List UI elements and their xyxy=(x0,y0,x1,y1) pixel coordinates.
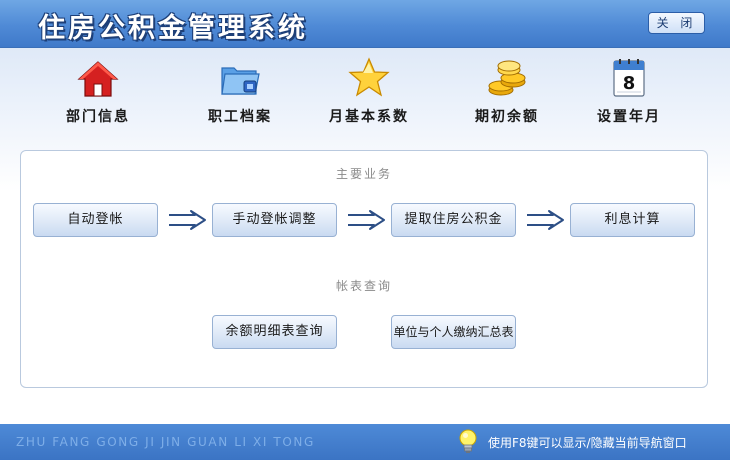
arrow-right-icon xyxy=(527,210,564,230)
calendar-icon: 8 xyxy=(613,59,645,97)
toolbar: 部门信息 职工档案 月基本系数 期初余额 8 设置年月 xyxy=(0,48,730,134)
house-icon xyxy=(77,61,119,97)
close-button[interactable]: 关 闭 xyxy=(648,12,705,34)
title-bar: 住房公积金管理系统 关 闭 xyxy=(0,0,730,48)
arrow-right-icon xyxy=(169,210,206,230)
toolbar-item-label: 月基本系数 xyxy=(329,109,409,125)
section-title-main-business: 主要业务 xyxy=(335,167,392,181)
star-icon xyxy=(348,57,390,97)
calendar-day: 8 xyxy=(623,73,636,94)
toolbar-item-department-info[interactable]: 部门信息 xyxy=(43,54,153,130)
status-bar: ZHU FANG GONG JI JIN GUAN LI XI TONG 使用F… xyxy=(0,424,730,460)
manual-posting-adjust-button[interactable]: 手动登帐调整 xyxy=(212,203,337,237)
toolbar-item-opening-balance[interactable]: 期初余额 xyxy=(452,54,562,130)
arrow-right-icon xyxy=(348,210,385,230)
section-title-account-query: 帐表查询 xyxy=(335,279,392,293)
interest-calc-button[interactable]: 利息计算 xyxy=(570,203,695,237)
coins-icon xyxy=(488,60,526,96)
lightbulb-icon xyxy=(459,429,477,453)
balance-detail-query-button[interactable]: 余额明细表查询 xyxy=(212,315,337,349)
business-panel: 主要业务 自动登帐 手动登帐调整 提取住房公积金 利息计算 帐表查询 余额明细表… xyxy=(20,150,708,388)
toolbar-item-label: 设置年月 xyxy=(597,109,661,125)
folder-icon xyxy=(221,67,260,95)
auto-posting-button[interactable]: 自动登帐 xyxy=(33,203,158,237)
toolbar-item-label: 期初余额 xyxy=(475,109,539,125)
withdraw-fund-button[interactable]: 提取住房公积金 xyxy=(391,203,516,237)
pinyin-title: ZHU FANG GONG JI JIN GUAN LI XI TONG xyxy=(16,435,315,449)
toolbar-item-set-year-month[interactable]: 8 设置年月 xyxy=(574,54,684,130)
app-title: 住房公积金管理系统 xyxy=(38,13,308,44)
f8-hint-text: 使用F8键可以显示/隐藏当前导航窗口 xyxy=(488,436,687,450)
main-area: 主要业务 自动登帐 手动登帐调整 提取住房公积金 利息计算 帐表查询 余额明细表… xyxy=(0,134,730,424)
toolbar-item-monthly-coefficient[interactable]: 月基本系数 xyxy=(314,54,424,130)
toolbar-item-label: 职工档案 xyxy=(208,109,272,125)
toolbar-item-label: 部门信息 xyxy=(66,109,130,125)
unit-personal-summary-button[interactable]: 单位与个人缴纳汇总表 xyxy=(391,315,516,349)
toolbar-item-employee-files[interactable]: 职工档案 xyxy=(185,54,295,130)
